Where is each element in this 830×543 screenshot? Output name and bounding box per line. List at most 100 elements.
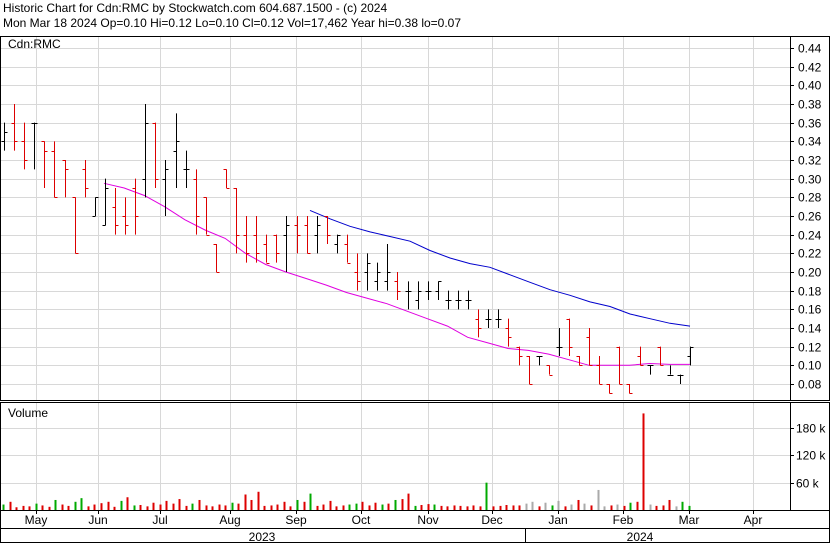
ohlc-bar bbox=[384, 244, 391, 291]
price-tick-label: 0.32 bbox=[798, 154, 822, 168]
volume-panel: 180 k 120 k 60 k Volume bbox=[0, 402, 830, 511]
ohlc-bar bbox=[536, 356, 543, 366]
volume-title: Volume bbox=[8, 406, 48, 420]
month-label: Apr bbox=[744, 513, 763, 527]
ohlc-bar bbox=[213, 244, 220, 273]
ohlc-bar bbox=[606, 384, 613, 394]
price-tick-label: 0.34 bbox=[798, 135, 822, 149]
symbol-label: Cdn:RMC bbox=[8, 37, 61, 51]
volume-panel-frame bbox=[0, 402, 830, 511]
ohlc-bar bbox=[546, 365, 553, 376]
price-tick-label: 0.36 bbox=[798, 117, 822, 131]
ohlc-bar bbox=[152, 122, 159, 188]
ohlc-bar bbox=[162, 160, 169, 216]
price-tick-label: 0.20 bbox=[798, 266, 822, 280]
price-tick-label: 0.30 bbox=[798, 173, 822, 187]
ohlc-bar bbox=[657, 346, 664, 366]
ohlc-bar bbox=[263, 234, 270, 264]
ohlc-bar bbox=[526, 356, 533, 385]
month-label: Jun bbox=[88, 513, 107, 527]
price-tick-label: 0.16 bbox=[798, 303, 822, 317]
ohlc-bar bbox=[485, 309, 492, 328]
ohlc-bar bbox=[667, 365, 674, 376]
ohlc-bar bbox=[687, 346, 694, 366]
month-label: Dec bbox=[481, 513, 502, 527]
ohlc-bar bbox=[41, 141, 48, 188]
ohlc-bar bbox=[223, 169, 230, 189]
ohlc-bar bbox=[243, 216, 250, 263]
price-tick-label: 0.42 bbox=[798, 61, 822, 75]
ohlc-bar bbox=[445, 290, 452, 310]
ohlc-bar bbox=[102, 178, 109, 226]
stock-chart: 0.44 0.42 0.40 0.38 0.36 0.34 0.32 0.30 0.28 0.26… bbox=[0, 36, 830, 543]
ohlc-bar bbox=[334, 234, 341, 254]
ohlc-bar bbox=[425, 281, 432, 300]
ohlc-bar bbox=[82, 160, 89, 198]
ohlc-bar bbox=[51, 141, 58, 198]
ohlc-bar bbox=[637, 346, 644, 366]
month-label: Jul bbox=[152, 513, 167, 527]
x-axis: May Jun Jul Aug Sep Oct Nov Dec Jan Feb Mar Apr 2023… bbox=[0, 510, 830, 543]
ohlc-bar bbox=[112, 188, 119, 235]
ohlc-bar bbox=[62, 160, 69, 198]
month-label: Feb bbox=[613, 513, 634, 527]
month-label: Sep bbox=[285, 513, 307, 527]
ohlc-bar bbox=[183, 150, 190, 188]
month-label: Jan bbox=[548, 513, 567, 527]
ohlc-bar bbox=[253, 216, 260, 263]
ohlc-bar bbox=[344, 234, 351, 264]
ohlc-bar bbox=[647, 365, 654, 375]
ohlc-bar bbox=[324, 216, 331, 244]
ohlc-bar bbox=[435, 281, 442, 300]
price-tick-label: 0.12 bbox=[798, 341, 822, 355]
ohlc-bar bbox=[566, 318, 573, 356]
month-label: Oct bbox=[352, 513, 371, 527]
price-tick-label: 0.08 bbox=[798, 378, 822, 392]
ohlc-bar bbox=[576, 356, 583, 366]
year-label: 2023 bbox=[249, 530, 276, 543]
ohlc-bar bbox=[314, 216, 321, 254]
ohlc-bar bbox=[455, 290, 462, 310]
price-tick-label: 0.14 bbox=[798, 322, 822, 336]
ohlc-bar bbox=[1, 122, 8, 151]
volume-tick-label: 120 k bbox=[796, 449, 826, 463]
price-tick-label: 0.10 bbox=[798, 359, 822, 373]
ohlc-bar bbox=[626, 384, 633, 394]
ohlc-bar bbox=[304, 216, 311, 254]
price-tick-label: 0.22 bbox=[798, 247, 822, 261]
volume-tick-label: 180 k bbox=[796, 422, 826, 436]
price-tick-label: 0.28 bbox=[798, 191, 822, 205]
ohlc-bar bbox=[415, 281, 422, 310]
ohlc-bar bbox=[92, 197, 99, 217]
ohlc-bar bbox=[475, 309, 482, 338]
ohlc-bar bbox=[556, 328, 563, 356]
price-tick-label: 0.44 bbox=[798, 42, 822, 56]
month-label: Nov bbox=[417, 513, 438, 527]
price-panel-frame bbox=[0, 36, 830, 401]
price-tick-label: 0.18 bbox=[798, 285, 822, 299]
ohlc-bar bbox=[586, 328, 593, 366]
ohlc-bar bbox=[596, 356, 603, 385]
ohlc-bar bbox=[132, 178, 139, 235]
month-label: May bbox=[25, 513, 48, 527]
ohlc-bar bbox=[465, 290, 472, 310]
ohlc-bar bbox=[173, 113, 180, 188]
price-tick-label: 0.40 bbox=[798, 79, 822, 93]
ohlc-bar bbox=[142, 104, 149, 198]
ohlc-bar bbox=[21, 122, 28, 170]
month-label: Mar bbox=[679, 513, 700, 527]
ohlc-bar bbox=[273, 234, 280, 263]
ohlc-bar bbox=[11, 104, 18, 151]
year-label: 2024 bbox=[627, 530, 654, 543]
volume-tick-label: 60 k bbox=[796, 477, 820, 491]
ohlc-bar bbox=[677, 374, 684, 384]
ohlc-bar bbox=[505, 318, 512, 347]
price-panel: 0.44 0.42 0.40 0.38 0.36 0.34 0.32 0.30 0.28 0.26… bbox=[0, 36, 830, 401]
ohlc-bar bbox=[374, 262, 381, 291]
ohlc-bar bbox=[394, 272, 401, 300]
ohlc-bar bbox=[405, 281, 412, 310]
ohlc-bar bbox=[294, 216, 301, 254]
price-tick-label: 0.38 bbox=[798, 98, 822, 112]
price-tick-label: 0.26 bbox=[798, 210, 822, 224]
ohlc-bar bbox=[495, 309, 502, 328]
